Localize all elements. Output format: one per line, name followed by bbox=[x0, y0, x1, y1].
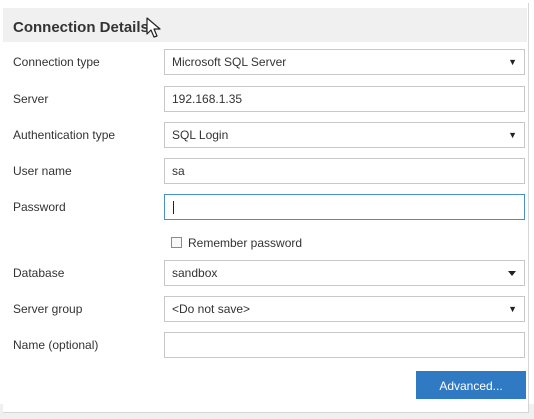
triangle-down-icon: ▼ bbox=[508, 57, 517, 67]
caret-down-icon bbox=[508, 271, 516, 276]
password-input[interactable] bbox=[164, 194, 525, 220]
mouse-pointer-icon bbox=[146, 17, 161, 38]
database-label: Database bbox=[13, 266, 65, 280]
server-value: 192.168.1.35 bbox=[172, 92, 243, 106]
remember-password-label[interactable]: Remember password bbox=[188, 236, 302, 250]
server-group-select[interactable]: <Do not save> ▼ bbox=[164, 296, 525, 322]
database-select[interactable]: sandbox bbox=[164, 260, 525, 286]
user-name-value: sa bbox=[172, 164, 185, 178]
triangle-down-icon: ▼ bbox=[508, 304, 517, 314]
page-title: Connection Details bbox=[13, 19, 149, 36]
user-name-input[interactable]: sa bbox=[164, 158, 525, 184]
name-optional-input[interactable] bbox=[164, 332, 525, 358]
text-caret bbox=[173, 201, 174, 214]
connection-type-select[interactable]: Microsoft SQL Server ▼ bbox=[164, 49, 525, 75]
connection-type-label: Connection type bbox=[13, 55, 100, 69]
connection-details-panel: Connection Details Connection type Micro… bbox=[3, 3, 529, 413]
authentication-type-label: Authentication type bbox=[13, 128, 116, 142]
authentication-type-value: SQL Login bbox=[172, 128, 229, 142]
server-label: Server bbox=[13, 92, 49, 106]
connection-type-value: Microsoft SQL Server bbox=[172, 55, 287, 69]
database-value: sandbox bbox=[172, 266, 218, 280]
name-optional-label: Name (optional) bbox=[13, 338, 99, 352]
advanced-button[interactable]: Advanced... bbox=[416, 371, 526, 399]
server-group-label: Server group bbox=[13, 302, 83, 316]
password-label: Password bbox=[13, 200, 66, 214]
triangle-down-icon: ▼ bbox=[508, 130, 517, 140]
user-name-label: User name bbox=[13, 164, 72, 178]
server-input[interactable]: 192.168.1.35 bbox=[164, 86, 525, 112]
server-group-value: <Do not save> bbox=[172, 302, 251, 316]
remember-password-checkbox[interactable] bbox=[171, 237, 182, 248]
authentication-type-select[interactable]: SQL Login ▼ bbox=[164, 122, 525, 148]
panel-header: Connection Details bbox=[3, 8, 527, 42]
